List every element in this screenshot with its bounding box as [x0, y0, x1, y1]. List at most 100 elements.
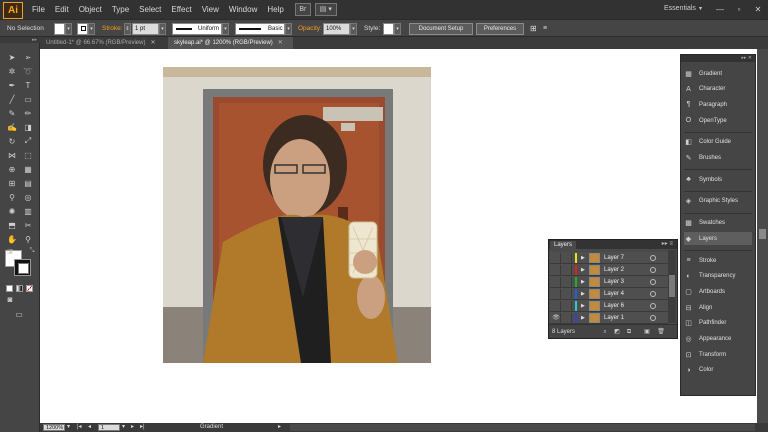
layer-name[interactable]: Layer 3	[604, 276, 624, 288]
default-fill-stroke-icon[interactable]: ◪	[3, 245, 17, 257]
stroke-weight-stepper[interactable]: ⇕	[124, 23, 131, 35]
dock-item-color[interactable]: ◑ Color	[684, 364, 752, 377]
layer-name[interactable]: Layer 2	[604, 264, 624, 276]
menu-help[interactable]: Help	[262, 0, 288, 19]
hand-tool-icon[interactable]: ✋	[5, 233, 19, 245]
stroke-weight-input[interactable]: 1 pt	[132, 23, 159, 35]
scroll-thumb[interactable]	[669, 275, 675, 297]
fill-dropdown[interactable]: ▾	[65, 23, 72, 35]
dock-item-swatches[interactable]: ▩ Swatches	[684, 217, 752, 230]
dock-item-opentype[interactable]: O OpenType	[684, 114, 752, 127]
dock-item-brushes[interactable]: ✎ Brushes	[684, 152, 752, 165]
artboard-number-input[interactable]: 1	[98, 424, 120, 431]
profile-dropdown[interactable]: ▾	[222, 23, 229, 35]
symbol-sprayer-tool-icon[interactable]: ✺	[5, 205, 19, 217]
previous-artboard-icon[interactable]: ◂	[88, 423, 91, 432]
stroke-swatch[interactable]	[14, 259, 31, 276]
style-dropdown[interactable]: ▾	[394, 23, 401, 35]
horizontal-scrollbar[interactable]	[290, 424, 755, 431]
expand-arrow-icon[interactable]: ▶	[581, 289, 585, 299]
minimize-icon[interactable]: —	[712, 3, 728, 16]
menu-file[interactable]: File	[27, 0, 50, 19]
menu-object[interactable]: Object	[74, 0, 107, 19]
magic-wand-tool-icon[interactable]: ✲	[5, 65, 19, 77]
menu-select[interactable]: Select	[134, 0, 166, 19]
make-clipping-mask-icon[interactable]: ◩	[613, 328, 621, 336]
layer-row[interactable]: ▶ Layer 7	[550, 252, 668, 264]
layer-name[interactable]: Layer 7	[604, 252, 624, 264]
visibility-toggle-icon[interactable]: 👁	[552, 313, 561, 323]
expand-arrow-icon[interactable]: ▶	[581, 313, 585, 323]
menu-type[interactable]: Type	[107, 0, 134, 19]
dock-item-symbols[interactable]: ♣ Symbols	[684, 173, 752, 186]
layer-name[interactable]: Layer 6	[604, 300, 624, 312]
slice-tool-icon[interactable]: ✂	[21, 219, 35, 231]
locate-object-icon[interactable]: ⌕	[601, 328, 609, 336]
restore-icon[interactable]: ▫	[731, 3, 747, 16]
blend-tool-icon[interactable]: ◎	[21, 191, 35, 203]
layers-scrollbar[interactable]	[668, 250, 676, 323]
target-circle-icon[interactable]	[650, 267, 656, 273]
scale-tool-icon[interactable]: ⤢	[21, 135, 35, 147]
tab-skyleap[interactable]: skyleap.ai* @ 1200% (RGB/Preview) ✕	[168, 37, 293, 49]
current-tool-status[interactable]: Gradient	[200, 423, 223, 432]
status-menu-icon[interactable]: ▸	[278, 423, 281, 432]
lock-toggle[interactable]	[562, 301, 572, 311]
line-tool-icon[interactable]: ╱	[5, 93, 19, 105]
rectangle-tool-icon[interactable]: ▭	[21, 93, 35, 105]
visibility-toggle-icon[interactable]	[552, 253, 561, 263]
rotate-tool-icon[interactable]: ↻	[5, 135, 19, 147]
layers-tab[interactable]: Layers	[550, 241, 577, 249]
target-circle-icon[interactable]	[650, 303, 656, 309]
gradient-tool-icon[interactable]: ▤	[21, 177, 35, 189]
dock-item-appearance[interactable]: ◎ Appearance	[684, 333, 752, 346]
direct-selection-tool-icon[interactable]: ➢	[21, 51, 35, 63]
expand-arrow-icon[interactable]: ▶	[581, 265, 585, 275]
blob-brush-tool-icon[interactable]: ✍	[5, 121, 19, 133]
vertical-scrollbar[interactable]	[757, 49, 768, 423]
layer-row[interactable]: ▶ Layer 3	[550, 276, 668, 288]
control-bar-menu-icon[interactable]: ≡	[543, 23, 547, 35]
selection-tool-icon[interactable]: ➤	[5, 51, 19, 63]
menu-window[interactable]: Window	[224, 0, 262, 19]
dock-item-color-guide[interactable]: ◧ Color Guide	[684, 136, 752, 149]
lock-toggle[interactable]	[562, 265, 572, 275]
zoom-dropdown[interactable]: ▾	[67, 423, 70, 432]
scroll-thumb[interactable]	[759, 229, 766, 239]
dock-item-artboards[interactable]: ▢ Artboards	[684, 285, 752, 298]
opacity-label[interactable]: Opacity:	[298, 23, 322, 35]
perspective-grid-tool-icon[interactable]: ▦	[21, 163, 35, 175]
zoom-level-input[interactable]: 1200%	[43, 424, 65, 431]
placed-photo[interactable]	[163, 67, 431, 363]
panel-menu-icon[interactable]: ▸▸ ≡	[662, 240, 673, 249]
target-circle-icon[interactable]	[650, 255, 656, 261]
expand-arrow-icon[interactable]: ▶	[581, 301, 585, 311]
expand-arrow-icon[interactable]: ▶	[581, 253, 585, 263]
target-circle-icon[interactable]	[650, 279, 656, 285]
new-sublayer-icon[interactable]: ⧉	[625, 328, 633, 336]
close-icon[interactable]: ✕	[750, 3, 766, 16]
dock-item-stroke[interactable]: ≡ Stroke	[684, 254, 752, 267]
lock-toggle[interactable]	[562, 313, 572, 323]
dock-item-transform[interactable]: ⊡ Transform	[684, 348, 752, 361]
variable-width-profile[interactable]: Uniform	[172, 23, 222, 35]
workspace-switcher[interactable]: Essentials	[664, 5, 696, 12]
stroke-color-swatch[interactable]	[77, 23, 88, 35]
chevron-down-icon[interactable]: ▾	[699, 5, 702, 12]
dock-item-graphic-styles[interactable]: ◈ Graphic Styles	[684, 195, 752, 208]
menu-edit[interactable]: Edit	[50, 0, 74, 19]
layer-name[interactable]: Layer 4	[604, 288, 624, 300]
layer-name[interactable]: Layer 1	[604, 312, 624, 324]
target-circle-icon[interactable]	[650, 291, 656, 297]
menu-effect[interactable]: Effect	[166, 0, 196, 19]
tab-untitled[interactable]: Untitled-1* @ 66.67% (RGB/Preview) ✕	[40, 37, 167, 49]
dock-item-gradient[interactable]: ▦ Gradient	[684, 67, 752, 80]
new-layer-icon[interactable]: ▣	[643, 328, 651, 336]
lock-toggle[interactable]	[562, 253, 572, 263]
close-icon[interactable]: ✕	[150, 40, 155, 46]
pen-tool-icon[interactable]: ✒	[5, 79, 19, 91]
stroke-weight-dropdown[interactable]: ▾	[159, 23, 166, 35]
fill-color-swatch[interactable]	[54, 23, 65, 35]
column-graph-tool-icon[interactable]: ▥	[21, 205, 35, 217]
visibility-toggle-icon[interactable]	[552, 277, 561, 287]
